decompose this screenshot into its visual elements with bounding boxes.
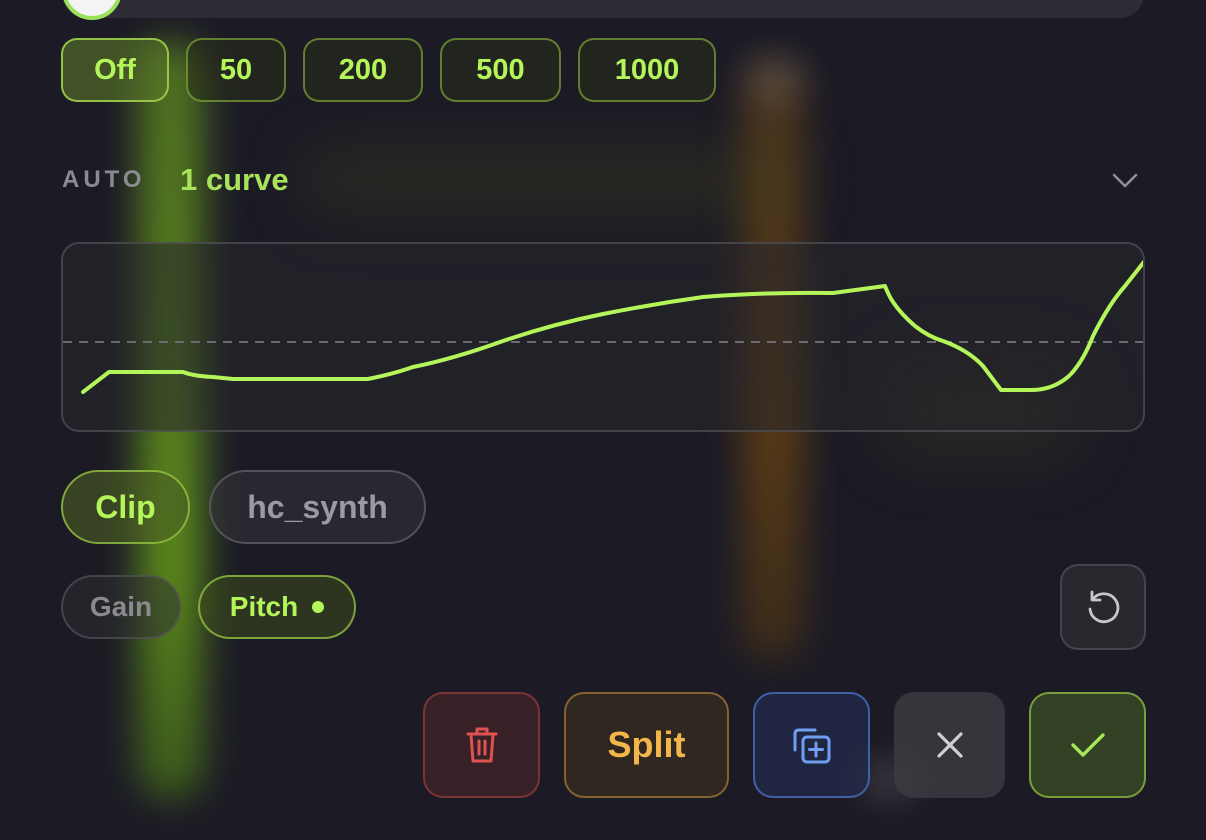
automation-curve-editor[interactable] [61,242,1145,432]
preset-200-button[interactable]: 200 [303,38,423,102]
duplicate-button[interactable] [753,692,870,798]
preset-50-button[interactable]: 50 [186,38,286,102]
duplicate-icon [793,728,830,764]
cancel-button[interactable] [894,692,1005,798]
param-pitch-chip[interactable]: Pitch [198,575,356,639]
delete-button[interactable] [423,692,540,798]
param-pitch-label: Pitch [229,591,299,622]
curve-count: 1 curve [180,162,289,197]
confirm-button[interactable] [1029,692,1146,798]
check-icon [1070,733,1105,757]
param-gain-chip[interactable]: Gain [61,575,181,639]
trash-icon [466,727,497,763]
reset-icon [1088,590,1120,624]
preset-off-button[interactable]: Off [61,38,169,102]
curve-canvas[interactable] [63,244,1145,432]
split-button[interactable]: Split [564,692,729,798]
preset-1000-button[interactable]: 1000 [578,38,716,102]
reset-button[interactable] [1060,564,1146,650]
active-dot-icon [312,601,325,613]
automation-curve[interactable] [81,258,1145,394]
chevron-down-icon[interactable] [1108,165,1142,195]
target-clip-chip[interactable]: Clip [61,470,190,544]
target-track-chip[interactable]: hc_synth [209,470,426,544]
preset-500-button[interactable]: 500 [440,38,561,102]
value-slider-track[interactable] [62,0,1144,18]
automation-label: AUTO [62,166,146,193]
automation-panel: Off 50 200 500 1000 AUTO 1 curve Clip hc… [0,0,1206,840]
close-icon [936,732,963,758]
